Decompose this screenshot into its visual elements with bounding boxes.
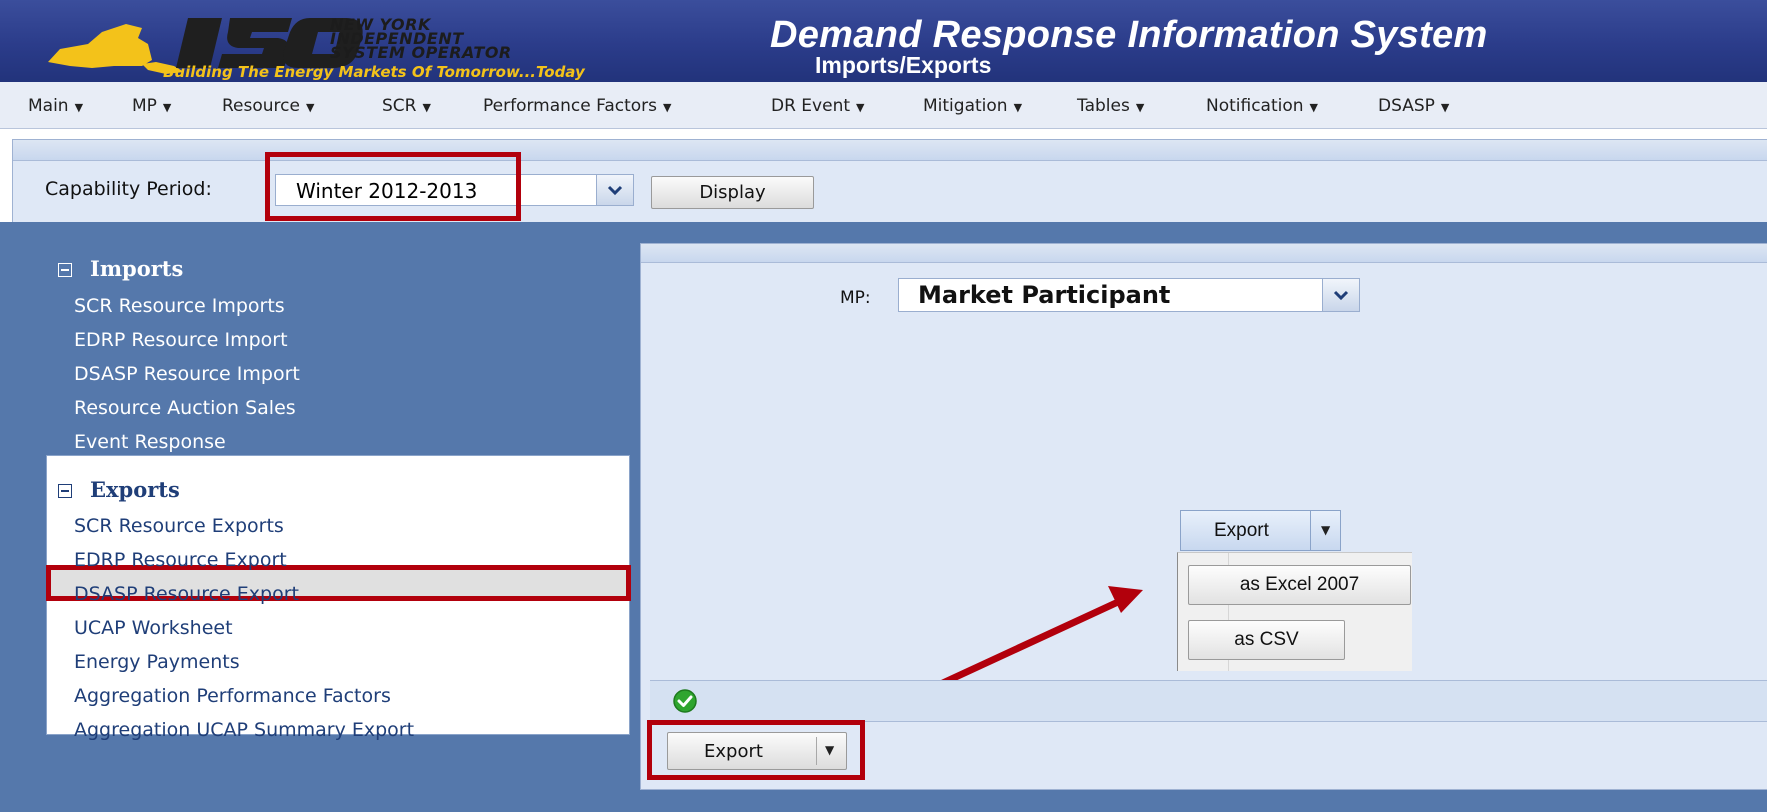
export-button-label: Export bbox=[704, 741, 763, 762]
split-divider bbox=[816, 737, 817, 765]
caret-down-icon[interactable]: ▼ bbox=[825, 743, 834, 757]
drips-screen: NEW YORK INDEPENDENT SYSTEM OPERATOR Bui… bbox=[0, 0, 1767, 812]
export-split-button[interactable]: Export ▼ bbox=[667, 732, 847, 770]
check-circle-icon bbox=[673, 689, 697, 713]
status-bar bbox=[650, 680, 1767, 722]
